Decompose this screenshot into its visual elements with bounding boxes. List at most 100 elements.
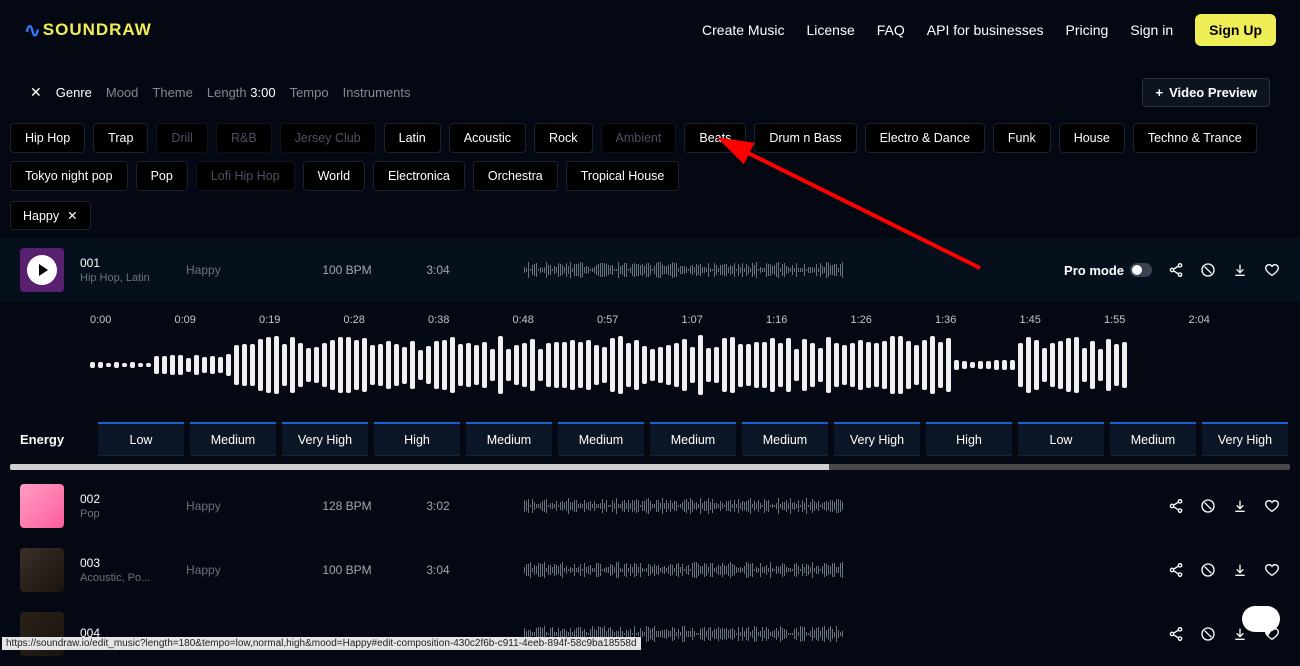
nav-license[interactable]: License xyxy=(806,22,854,38)
energy-medium[interactable]: Medium xyxy=(1110,422,1196,456)
genre-electro-dance[interactable]: Electro & Dance xyxy=(865,123,985,153)
download-icon[interactable] xyxy=(1232,498,1248,514)
logo-text: SOUNDRAW xyxy=(43,20,152,40)
mood-chip-happy[interactable]: Happy ✕ xyxy=(10,201,91,230)
time-label: 1:55 xyxy=(1104,314,1125,326)
waveform-main[interactable] xyxy=(0,332,1300,402)
signup-button[interactable]: Sign Up xyxy=(1195,14,1276,46)
filter-tempo[interactable]: Tempo xyxy=(290,85,329,100)
track-art[interactable] xyxy=(20,248,64,292)
waveform-mini[interactable] xyxy=(484,558,1152,582)
genre-tokyo-night-pop[interactable]: Tokyo night pop xyxy=(10,161,128,191)
track-duration: 3:04 xyxy=(408,263,468,277)
genre-rock[interactable]: Rock xyxy=(534,123,592,153)
waveform-mini[interactable] xyxy=(484,258,1048,282)
genre-orchestra[interactable]: Orchestra xyxy=(473,161,558,191)
close-icon[interactable]: ✕ xyxy=(30,84,42,101)
energy-very-high[interactable]: Very High xyxy=(282,422,368,456)
track-art[interactable] xyxy=(20,484,64,528)
track-mood: Happy xyxy=(186,563,286,577)
filter-theme[interactable]: Theme xyxy=(152,85,192,100)
energy-high[interactable]: High xyxy=(374,422,460,456)
energy-medium[interactable]: Medium xyxy=(190,422,276,456)
energy-medium[interactable]: Medium xyxy=(466,422,552,456)
track-id: 003 xyxy=(80,556,170,570)
track-row-004: 004 xyxy=(0,602,1300,666)
filter-genre[interactable]: Genre xyxy=(56,85,92,100)
nav-faq[interactable]: FAQ xyxy=(877,22,905,38)
time-label: 1:26 xyxy=(851,314,872,326)
nav-api[interactable]: API for businesses xyxy=(927,22,1044,38)
track-mood: Happy xyxy=(186,499,286,513)
genre-electronica[interactable]: Electronica xyxy=(373,161,465,191)
remove-icon[interactable]: ✕ xyxy=(67,208,77,223)
track-meta: 001 Hip Hop, Latin xyxy=(80,256,170,284)
genre-r-b[interactable]: R&B xyxy=(216,123,272,153)
share-icon[interactable] xyxy=(1168,262,1184,278)
filter-mood[interactable]: Mood xyxy=(106,85,139,100)
promode-toggle[interactable]: Pro mode xyxy=(1064,263,1152,278)
genre-acoustic[interactable]: Acoustic xyxy=(449,123,526,153)
download-icon[interactable] xyxy=(1232,262,1248,278)
toggle-icon xyxy=(1130,263,1152,277)
chat-icon[interactable] xyxy=(1242,606,1280,632)
track-bpm: 100 BPM xyxy=(302,263,392,277)
waveform-mini[interactable] xyxy=(484,494,1152,518)
genre-house[interactable]: House xyxy=(1059,123,1125,153)
download-icon[interactable] xyxy=(1232,562,1248,578)
time-label: 0:38 xyxy=(428,314,449,326)
track-bpm: 128 BPM xyxy=(302,499,392,513)
refresh-icon[interactable] xyxy=(1200,262,1216,278)
refresh-icon[interactable] xyxy=(1200,562,1216,578)
energy-medium[interactable]: Medium xyxy=(742,422,828,456)
track-id: 001 xyxy=(80,256,170,270)
filter-instruments[interactable]: Instruments xyxy=(343,85,411,100)
track-duration: 3:04 xyxy=(408,563,468,577)
scroll-bar[interactable] xyxy=(10,464,1290,470)
genre-jersey-club[interactable]: Jersey Club xyxy=(280,123,376,153)
energy-very-high[interactable]: Very High xyxy=(1202,422,1288,456)
genre-world[interactable]: World xyxy=(303,161,365,191)
energy-medium[interactable]: Medium xyxy=(650,422,736,456)
genre-latin[interactable]: Latin xyxy=(384,123,441,153)
genre-pop[interactable]: Pop xyxy=(136,161,188,191)
genre-techno-trance[interactable]: Techno & Trance xyxy=(1133,123,1257,153)
energy-very-high[interactable]: Very High xyxy=(834,422,920,456)
track-row-001: 001 Hip Hop, Latin Happy 100 BPM 3:04 Pr… xyxy=(0,238,1300,302)
genre-funk[interactable]: Funk xyxy=(993,123,1051,153)
genre-drum-n-bass[interactable]: Drum n Bass xyxy=(754,123,856,153)
share-icon[interactable] xyxy=(1168,562,1184,578)
energy-high[interactable]: High xyxy=(926,422,1012,456)
play-button[interactable] xyxy=(27,255,57,285)
refresh-icon[interactable] xyxy=(1200,626,1216,642)
status-bar: https://soundraw.io/edit_music?length=18… xyxy=(2,637,641,650)
nav-signin[interactable]: Sign in xyxy=(1130,22,1173,38)
heart-icon[interactable] xyxy=(1264,498,1280,514)
video-preview-button[interactable]: + Video Preview xyxy=(1142,78,1270,107)
genre-hip-hop[interactable]: Hip Hop xyxy=(10,123,85,153)
filter-length[interactable]: Length 3:00 xyxy=(207,85,276,100)
top-nav: Create Music License FAQ API for busines… xyxy=(702,14,1276,46)
track-bpm: 100 BPM xyxy=(302,563,392,577)
genre-ambient[interactable]: Ambient xyxy=(601,123,677,153)
track-id: 002 xyxy=(80,492,170,506)
logo[interactable]: ∿ SOUNDRAW xyxy=(24,18,152,43)
energy-low[interactable]: Low xyxy=(1018,422,1104,456)
genre-drill[interactable]: Drill xyxy=(156,123,208,153)
heart-icon[interactable] xyxy=(1264,562,1280,578)
refresh-icon[interactable] xyxy=(1200,498,1216,514)
genre-tropical-house[interactable]: Tropical House xyxy=(566,161,680,191)
genre-lofi-hip-hop[interactable]: Lofi Hip Hop xyxy=(196,161,295,191)
track-art[interactable] xyxy=(20,548,64,592)
heart-icon[interactable] xyxy=(1264,262,1280,278)
time-label: 0:00 xyxy=(90,314,111,326)
nav-create[interactable]: Create Music xyxy=(702,22,784,38)
genre-beats[interactable]: Beats xyxy=(684,123,746,153)
energy-medium[interactable]: Medium xyxy=(558,422,644,456)
share-icon[interactable] xyxy=(1168,626,1184,642)
nav-pricing[interactable]: Pricing xyxy=(1066,22,1109,38)
energy-low[interactable]: Low xyxy=(98,422,184,456)
genre-trap[interactable]: Trap xyxy=(93,123,148,153)
time-label: 1:07 xyxy=(682,314,703,326)
share-icon[interactable] xyxy=(1168,498,1184,514)
